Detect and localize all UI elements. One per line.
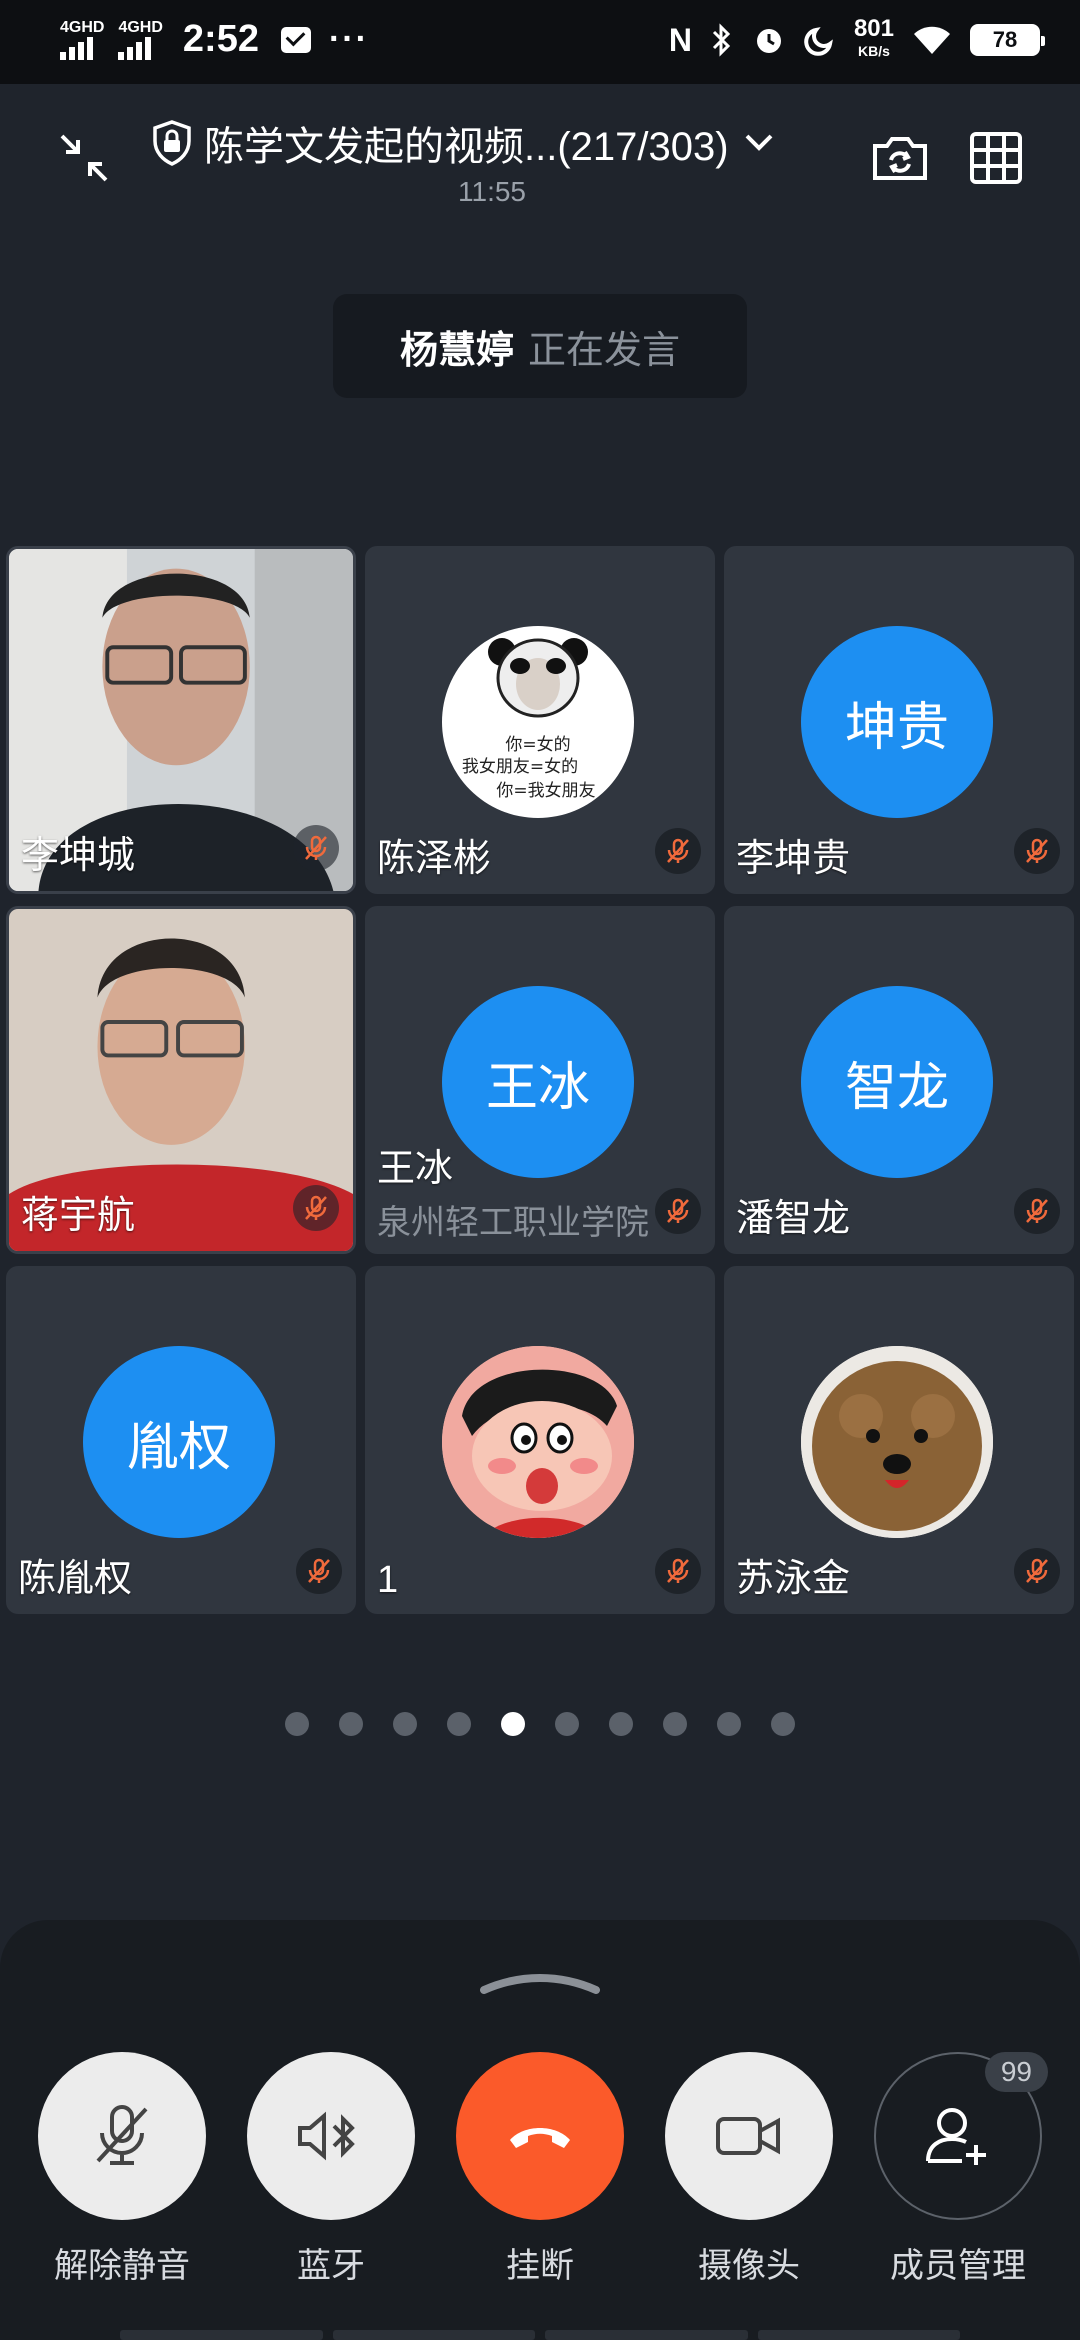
camera-icon [716, 2117, 780, 2155]
sim1-label: 4GHD [60, 18, 105, 36]
nav-gesture-bar [0, 2330, 1080, 2340]
participant-tile[interactable]: 胤权 陈胤权 [6, 1266, 356, 1614]
participant-name: 苏泳金 [736, 1558, 851, 1600]
participant-name: 李坤贵 [736, 838, 851, 880]
mic-muted-icon [1014, 828, 1060, 874]
page-dot[interactable] [393, 1712, 417, 1736]
wifi-icon [914, 26, 950, 54]
meme-line-2: 我女朋友=女的 [462, 757, 578, 777]
expand-handle-icon[interactable] [480, 1970, 600, 1994]
participant-name: 潘智龙 [736, 1198, 851, 1240]
meme-line-1: 你=女的 [505, 735, 570, 755]
meme-line-3: 你=我女朋友 [496, 781, 595, 801]
participant-avatar-initials: 胤权 [83, 1346, 275, 1538]
participant-avatar-initials: 王冰 [442, 986, 634, 1178]
page-dot[interactable] [501, 1712, 525, 1736]
speed-value: 801 [853, 15, 894, 42]
participant-avatar-initials: 坤贵 [801, 626, 993, 818]
mic-muted-icon [296, 1548, 342, 1594]
grid-icon [970, 132, 1022, 184]
mic-muted-icon [655, 1188, 701, 1234]
unmute-label: 解除静音 [54, 2247, 190, 2285]
mic-muted-icon [655, 1548, 701, 1594]
mic-muted-icon [293, 825, 339, 871]
member-management-button[interactable]: 99 成员管理 [873, 2052, 1048, 2287]
participant-name: 1 [377, 1559, 399, 1601]
participant-avatar-image [442, 1346, 634, 1538]
participant-tile[interactable]: 你=女的 我女朋友=女的 你=我女朋友 陈泽彬 [365, 546, 715, 894]
meeting-title: 陈学文发起的视频...(217/303) [204, 125, 729, 169]
signal-2-icon: 4GHD [118, 18, 163, 60]
mic-off-icon [96, 2105, 148, 2165]
participant-avatar-image: 你=女的 我女朋友=女的 你=我女朋友 [442, 626, 634, 818]
status-bar: 4GHD 4GHD 2:52 ··· N 801 KB/s 78 [0, 0, 1080, 84]
bluetooth-icon [712, 23, 731, 57]
speed-unit: KB/s [858, 43, 890, 59]
grid-view-button[interactable] [962, 124, 1030, 192]
camera-label: 摄像头 [698, 2247, 800, 2285]
participant-name: 陈胤权 [18, 1558, 133, 1600]
page-dot[interactable] [339, 1712, 363, 1736]
battery-indicator: 78 [970, 24, 1045, 56]
page-dot[interactable] [609, 1712, 633, 1736]
hang-up-icon [510, 2128, 570, 2148]
participant-tile[interactable]: 李坤城 [6, 546, 356, 894]
control-panel: 解除静音 蓝牙 挂断 摄像头 99 成员管理 [0, 1920, 1080, 2340]
unmute-button[interactable]: 解除静音 [37, 2052, 207, 2287]
participant-name: 王冰 [377, 1148, 454, 1190]
participant-tile[interactable]: 苏泳金 [724, 1266, 1074, 1614]
speaking-status: 正在发言 [528, 329, 681, 372]
network-speed: 801 KB/s [853, 15, 894, 62]
switch-camera-button[interactable] [866, 124, 934, 192]
add-member-icon [926, 2108, 986, 2165]
participant-tile[interactable]: 蒋宇航 [6, 906, 356, 1254]
meeting-title-dropdown[interactable]: 陈学文发起的视频...(217/303) [150, 114, 779, 172]
participant-tile[interactable]: 智龙 潘智龙 [724, 906, 1074, 1254]
member-management-label: 成员管理 [890, 2247, 1026, 2285]
more-notifications: ··· [328, 20, 369, 58]
member-count-badge: 99 [984, 2052, 1048, 2092]
chevron-down-icon [745, 134, 772, 151]
page-indicator[interactable] [0, 1712, 1080, 1736]
shield-lock-icon [153, 120, 191, 166]
participant-tile[interactable]: 坤贵 李坤贵 [724, 546, 1074, 894]
page-dot[interactable] [285, 1712, 309, 1736]
page-dot[interactable] [555, 1712, 579, 1736]
hang-up-button[interactable]: 挂断 [455, 2052, 625, 2287]
participant-tile[interactable]: 王冰 王冰 泉州轻工职业学院 [365, 906, 715, 1254]
page-dot[interactable] [447, 1712, 471, 1736]
sim2-label: 4GHD [118, 18, 163, 36]
bluetooth-speaker-icon [298, 2111, 355, 2161]
bluetooth-label: 蓝牙 [297, 2247, 365, 2285]
page-dot[interactable] [771, 1712, 795, 1736]
signal-1-icon: 4GHD [60, 18, 105, 60]
notification-icon [280, 26, 311, 53]
participant-avatar-initials: 智龙 [801, 986, 993, 1178]
camera-button[interactable]: 摄像头 [664, 2052, 834, 2287]
active-speaker-name: 杨慧婷 [399, 329, 514, 372]
meeting-duration: 11:55 [458, 176, 526, 207]
participant-name: 蒋宇航 [21, 1195, 136, 1237]
page-dot[interactable] [717, 1712, 741, 1736]
switch-camera-icon [873, 137, 927, 180]
mic-muted-icon [1014, 1188, 1060, 1234]
active-speaker-banner: 杨慧婷 正在发言 [333, 294, 747, 398]
participant-avatar-image [801, 1346, 993, 1538]
clock: 2:52 [182, 18, 259, 60]
mic-muted-icon [293, 1185, 339, 1231]
hang-up-label: 挂断 [506, 2247, 574, 2285]
mic-muted-icon [1014, 1548, 1060, 1594]
meeting-header: 陈学文发起的视频...(217/303) 11:55 [0, 84, 1080, 224]
page-dot[interactable] [663, 1712, 687, 1736]
participant-name: 李坤城 [21, 835, 136, 877]
participant-name: 陈泽彬 [377, 838, 492, 880]
do-not-disturb-icon [804, 27, 833, 56]
participant-tile[interactable]: 1 [365, 1266, 715, 1614]
participant-organization: 泉州轻工职业学院 [377, 1204, 649, 1242]
bluetooth-button[interactable]: 蓝牙 [246, 2052, 416, 2287]
nfc-icon: N [668, 21, 692, 58]
mic-muted-icon [655, 828, 701, 874]
alarm-icon [756, 29, 781, 53]
